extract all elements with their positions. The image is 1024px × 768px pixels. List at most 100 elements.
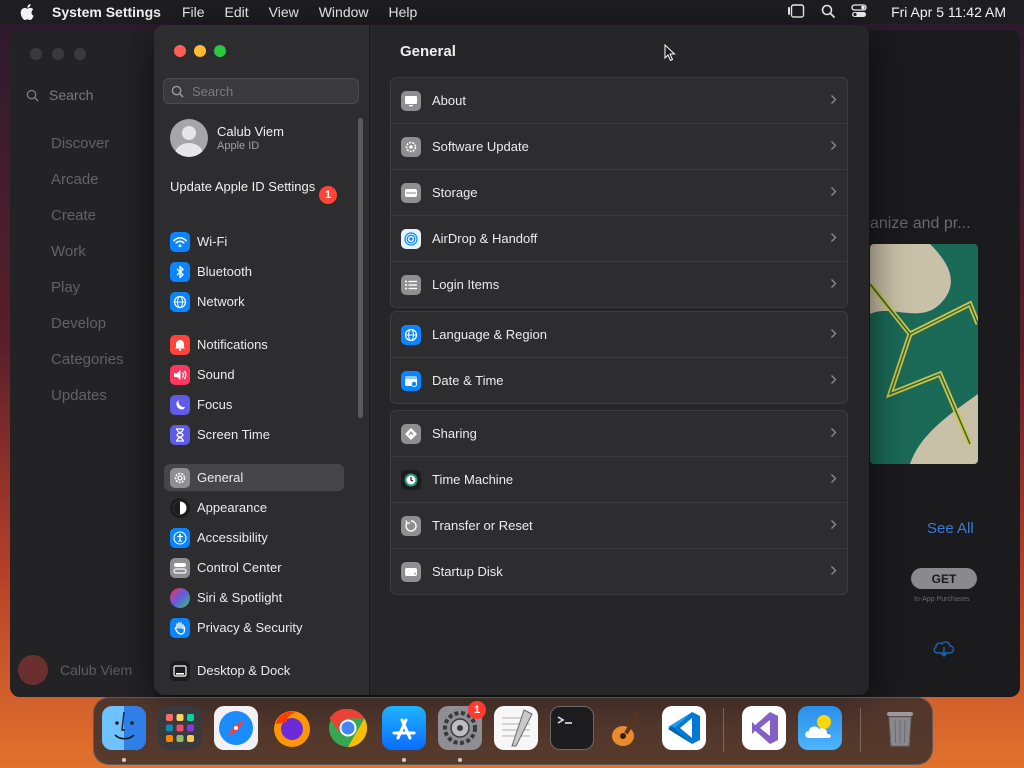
menu-help[interactable]: Help — [389, 4, 418, 20]
row-airdrop-handoff[interactable]: AirDrop & Handoff — [391, 216, 847, 262]
sidebar-item-sound[interactable]: Sound — [164, 361, 344, 388]
dock-textedit-icon[interactable] — [494, 706, 538, 750]
dock-app-store-icon[interactable] — [382, 706, 426, 750]
menu-edit[interactable]: Edit — [225, 4, 249, 20]
spotlight-search-icon[interactable] — [821, 4, 835, 21]
hand-icon — [170, 617, 190, 638]
row-about[interactable]: About — [391, 78, 847, 124]
stage-manager-icon[interactable] — [787, 3, 805, 21]
sidebar-item-accessibility[interactable]: Accessibility — [164, 524, 344, 551]
sidebar-item-label: Desktop & Dock — [197, 663, 291, 678]
dock-garageband-icon[interactable] — [606, 706, 650, 750]
chevron-right-icon — [830, 425, 837, 443]
row-label: Language & Region — [432, 327, 547, 342]
dock-terminal-icon[interactable] — [550, 706, 594, 750]
sidebar-item-label: Accessibility — [197, 530, 268, 545]
row-transfer-reset[interactable]: Transfer or Reset — [391, 503, 847, 549]
minimize-window-button[interactable] — [194, 45, 206, 57]
sidebar-item-network[interactable]: Network — [164, 288, 344, 315]
chevron-right-icon — [830, 276, 837, 294]
chevron-right-icon — [830, 326, 837, 344]
sidebar-item-general[interactable]: General — [164, 464, 344, 491]
chevron-right-icon — [830, 517, 837, 535]
dock-visual-studio-icon[interactable] — [742, 706, 786, 750]
sidebar-item-label: Wi-Fi — [197, 234, 228, 249]
row-label: Date & Time — [432, 373, 504, 388]
chevron-right-icon — [830, 471, 837, 489]
sidebar-scrollbar[interactable] — [358, 118, 363, 418]
hourglass-icon — [170, 424, 190, 445]
row-storage[interactable]: Storage — [391, 170, 847, 216]
globe-icon — [401, 324, 421, 345]
sidebar-item-notifications[interactable]: Notifications — [164, 331, 344, 358]
dock-chrome-icon[interactable] — [326, 706, 370, 750]
sidebar-item-siri-spotlight[interactable]: Siri & Spotlight — [164, 584, 344, 611]
sidebar-item-label: Appearance — [197, 500, 268, 515]
bg-in-app-label: In-App Purchases — [914, 596, 970, 603]
dock-finder-icon[interactable] — [102, 706, 146, 750]
sidebar-item-label: Notifications — [197, 337, 268, 352]
row-login-items[interactable]: Login Items — [391, 262, 847, 307]
sidebar-search[interactable] — [163, 78, 359, 104]
appearance-icon — [170, 497, 190, 518]
sidebar-item-privacy-security[interactable]: Privacy & Security — [164, 614, 344, 641]
close-window-button[interactable] — [174, 45, 186, 57]
row-startup-disk[interactable]: Startup Disk — [391, 549, 847, 594]
row-time-machine[interactable]: Time Machine — [391, 457, 847, 503]
menu-bar-clock[interactable]: Fri Apr 5 11:42 AM — [891, 4, 1006, 20]
menu-file[interactable]: File — [182, 4, 205, 20]
sharing-icon — [401, 423, 421, 444]
control-center-icon[interactable] — [851, 3, 867, 21]
dock-running-indicator — [122, 758, 126, 762]
bg-user-name: Calub Viem — [60, 662, 133, 678]
sidebar-item-focus[interactable]: Focus — [164, 391, 344, 418]
row-date-time[interactable]: Date & Time — [391, 358, 847, 403]
profile-subtitle: Apple ID — [217, 140, 260, 152]
sidebar-item-bluetooth[interactable]: Bluetooth — [164, 258, 344, 285]
row-software-update[interactable]: Software Update — [391, 124, 847, 170]
sidebar-item-control-center[interactable]: Control Center — [164, 554, 344, 581]
bg-nav-item: Categories — [51, 351, 124, 368]
dock-safari-icon[interactable] — [214, 706, 258, 750]
sidebar-item-screen-time[interactable]: Screen Time — [164, 421, 344, 448]
bg-search: Search — [26, 87, 93, 103]
apple-id-profile[interactable]: Calub Viem Apple ID — [170, 119, 284, 157]
bg-search-icon — [26, 89, 39, 102]
menu-bar: System Settings File Edit View Window He… — [0, 0, 1024, 24]
sidebar-item-wifi[interactable]: Wi-Fi — [164, 228, 344, 255]
chevron-right-icon — [830, 563, 837, 581]
globe-icon — [170, 291, 190, 312]
dock-vscode-icon[interactable] — [662, 706, 706, 750]
menu-view[interactable]: View — [269, 4, 299, 20]
apple-menu-icon[interactable] — [18, 4, 36, 20]
bluetooth-icon — [170, 261, 190, 282]
row-label: Sharing — [432, 426, 477, 441]
zoom-window-button[interactable] — [214, 45, 226, 57]
sidebar-search-input[interactable] — [190, 82, 354, 100]
sidebar-item-label: Screen Time — [197, 427, 270, 442]
bg-user: Calub Viem — [18, 655, 132, 685]
sidebar-item-desktop-dock[interactable]: Desktop & Dock — [164, 657, 344, 684]
app-name-menu[interactable]: System Settings — [52, 4, 161, 20]
sidebar-item-label: General — [197, 470, 244, 485]
bg-search-label: Search — [49, 87, 94, 103]
row-label: Login Items — [432, 277, 500, 292]
row-sharing[interactable]: Sharing — [391, 411, 847, 457]
dock-weather-icon[interactable] — [798, 706, 842, 750]
gear-badge-icon — [401, 136, 421, 157]
update-badge: 1 — [319, 186, 337, 204]
sidebar-item-appearance[interactable]: Appearance — [164, 494, 344, 521]
dock-firefox-icon[interactable] — [270, 706, 314, 750]
sidebar-item-label: Focus — [197, 397, 233, 412]
search-icon — [171, 85, 184, 98]
sidebar-item-label: Bluetooth — [197, 264, 252, 279]
row-language-region[interactable]: Language & Region — [391, 312, 847, 358]
dock-launchpad-icon[interactable] — [158, 706, 202, 750]
row-label: Time Machine — [432, 472, 514, 487]
dock-trash-icon[interactable] — [878, 706, 922, 750]
menu-window[interactable]: Window — [319, 4, 369, 20]
bg-nav-item: Discover — [51, 135, 110, 152]
siri-icon — [170, 587, 190, 608]
dock: 1 — [93, 697, 933, 765]
dock-running-indicator — [402, 758, 406, 762]
